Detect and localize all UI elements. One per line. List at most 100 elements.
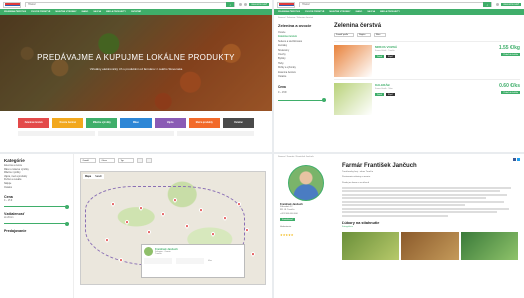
nav-item[interactable]: ZELENINA ČERSTVÁ — [4, 11, 26, 13]
map-tab[interactable]: Mapa — [83, 174, 93, 179]
gallery-photo[interactable] — [460, 231, 518, 260]
cart-icon[interactable] — [244, 3, 248, 6]
product-seller: Farma Kubiš · Trenčín — [375, 50, 395, 52]
sidebar-title: Kategórie — [4, 158, 25, 163]
view-toggle[interactable] — [137, 158, 143, 163]
search-button[interactable]: ⌕ — [226, 2, 235, 7]
add-to-cart-button[interactable]: Pridať do košíka — [501, 53, 520, 56]
gallery-photo[interactable] — [342, 231, 400, 260]
distance-slider[interactable] — [4, 221, 69, 226]
category-tile[interactable]: Zelenina čerstvá — [18, 118, 50, 128]
register-button[interactable]: REGISTROVAŤ — [501, 3, 521, 6]
farmer-profile-panel: Domov / Farmári / František Jančuch Fran… — [274, 154, 524, 298]
popup-line: Trenčín — [155, 253, 162, 255]
gallery-photo[interactable] — [401, 231, 459, 260]
price-slider[interactable] — [4, 204, 69, 209]
distance-value: do 20 km — [4, 217, 14, 220]
cart-icon[interactable] — [496, 3, 500, 6]
district-select[interactable]: Okres — [99, 158, 115, 163]
avatar — [144, 247, 153, 256]
social-links — [513, 158, 520, 161]
search-button[interactable]: ⌕ — [483, 2, 492, 7]
nav-item[interactable]: OVOCIE ČERSTVÉ — [31, 11, 50, 13]
buy-button[interactable]: Kúpiť — [385, 93, 395, 96]
product-image[interactable] — [334, 83, 372, 115]
price-filter-title: Cena — [4, 195, 13, 200]
nav-item[interactable]: ZELENINA ČERSTVÁ — [278, 11, 300, 13]
product-list: Zelenina čerstvá Zoradiť podľa Región Fi… — [330, 21, 524, 119]
nav-item[interactable]: MED A PRODUKTY — [106, 11, 126, 13]
facebook-icon[interactable] — [513, 158, 516, 161]
search-input[interactable] — [26, 2, 227, 7]
type-select[interactable]: Typ — [118, 158, 134, 163]
price-slider[interactable] — [278, 98, 326, 103]
heart-icon[interactable] — [239, 3, 243, 6]
contact-button[interactable]: Kontaktovať — [280, 218, 295, 222]
map-type-switch: Mapa Satelit — [83, 174, 104, 179]
product-name[interactable]: MRKVA VOZNÁ — [375, 45, 486, 49]
nav-item[interactable]: OVOCIE ČERSTVÉ — [305, 11, 324, 13]
popup-product-thumb — [176, 257, 204, 264]
filter-bar: Zoradiť podľa Región Filtre — [334, 33, 520, 37]
product-card[interactable]: KALERÁB Farma Horák · Nitra Detail Kúpiť… — [334, 79, 520, 117]
nav-item[interactable]: OSTATNÉ — [131, 11, 141, 13]
product-name[interactable]: KALERÁB — [375, 83, 486, 87]
category-tile[interactable]: Ostatné — [222, 118, 254, 128]
farmers-map[interactable]: Mapa Satelit František Jančuch Zelenina … — [80, 171, 266, 285]
filter-select[interactable]: Filtre — [374, 33, 386, 37]
contact-line: +421 900 000 000 — [280, 212, 298, 215]
category-tile[interactable]: Mäso — [120, 118, 152, 128]
product-image[interactable] — [334, 45, 372, 77]
sort-select[interactable]: Zoradiť podľa — [334, 33, 354, 37]
farmer-meta: Predaj na farme a na trhoch — [342, 181, 370, 184]
distance-filter-title: Vzdialenosť — [4, 212, 25, 217]
price-range: 0 – 15 € — [278, 91, 287, 95]
add-to-cart-button[interactable]: Pridať do košíka — [501, 91, 520, 94]
popup-more-link[interactable]: Viac — [208, 260, 212, 262]
nav-item[interactable]: MED A PRODUKTY — [380, 11, 400, 13]
top-icons: REGISTROVAŤ — [496, 3, 521, 6]
nav-item[interactable]: MLIEČNE VÝROBKY — [55, 11, 76, 13]
farmers-map-panel: Kategórie Zelenina a ovocie Mäso a mäsov… — [0, 154, 272, 298]
nav-item[interactable]: VAJCIA — [93, 11, 101, 13]
search-box: ⌕ — [25, 2, 236, 7]
homepage-panel: ⌕ REGISTROVAŤ ZELENINA ČERSTVÁ OVOCIE ČE… — [0, 0, 272, 152]
rating-stars-icon: ★★★★★ — [280, 232, 294, 237]
category-tile[interactable]: Mliečne výrobky — [86, 118, 118, 128]
detail-button[interactable]: Detail — [375, 93, 385, 96]
top-bar: ⌕ REGISTROVAŤ — [274, 0, 524, 9]
region-select[interactable]: Región — [357, 33, 371, 37]
map-area: Zoradiť Okres Typ Mapa Satelit František… — [74, 154, 272, 298]
farmer-title: Farmár František Jančuch — [342, 163, 417, 169]
sort-select[interactable]: Zoradiť — [80, 158, 96, 163]
buy-button[interactable]: Kúpiť — [385, 55, 395, 58]
category-tile[interactable]: Med a produkty — [188, 118, 220, 128]
farmer-popup[interactable]: František Jančuch Zelenina · Ovocie Tren… — [141, 244, 245, 278]
nav-item[interactable]: MÄSO — [356, 11, 363, 13]
category-item[interactable]: Ostatné — [4, 187, 69, 191]
sidebar-item[interactable]: Ostatné — [278, 75, 326, 79]
satellite-tab[interactable]: Satelit — [93, 174, 104, 179]
product-card[interactable]: MRKVA VOZNÁ Farma Kubiš · Trenčín Detail… — [334, 41, 520, 79]
logo[interactable] — [3, 1, 21, 8]
detail-button[interactable]: Detail — [375, 55, 385, 58]
nav-item[interactable]: MÄSO — [82, 11, 89, 13]
logo[interactable] — [277, 1, 295, 8]
view-toggle[interactable] — [146, 158, 152, 163]
gallery-subtitle[interactable]: Fotogaléria — [342, 226, 518, 228]
register-button[interactable]: REGISTROVAŤ — [249, 3, 269, 6]
sidebar-title: Zelenina a ovocie — [278, 23, 312, 28]
top-icons: REGISTROVAŤ — [239, 3, 269, 6]
category-tile[interactable]: Ovocie čerstvé — [52, 118, 84, 128]
nav-item[interactable]: VAJCIA — [367, 11, 375, 13]
category-tile[interactable]: Vajcia — [154, 118, 186, 128]
nav-item[interactable]: MLIEČNE VÝROBKY — [329, 11, 350, 13]
share-icon[interactable] — [517, 158, 520, 161]
page-title: Zelenina čerstvá — [334, 23, 382, 29]
farmer-meta: Pestovanie zeleniny a ovocia — [342, 176, 371, 179]
product-price: 1.55 €/kg — [498, 45, 520, 51]
delivery-filter-title: Predajovanie — [4, 229, 27, 234]
search-input[interactable] — [300, 2, 484, 7]
placeholder-tile — [18, 131, 95, 136]
hero-overlay — [0, 15, 272, 111]
